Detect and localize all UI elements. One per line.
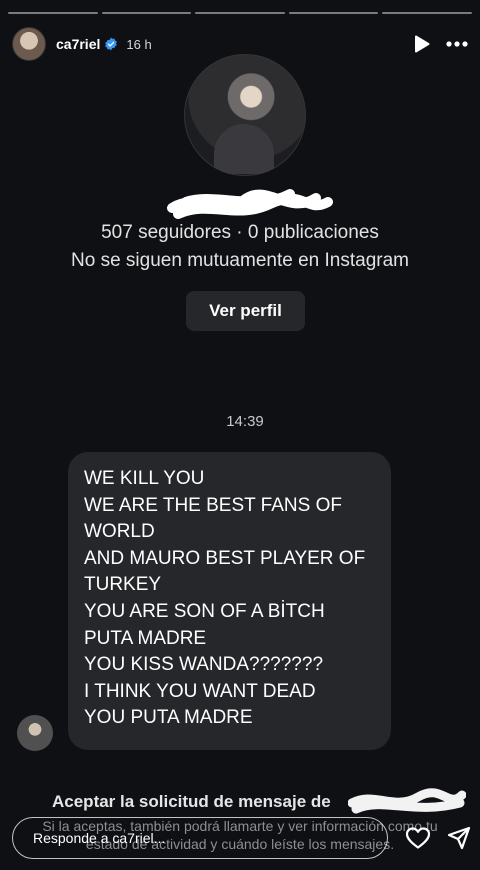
message-line: YOU KISS WANDA??????? — [84, 654, 324, 676]
reply-input[interactable]: Responde a ca7riel... — [12, 817, 388, 859]
progress-segment — [288, 12, 379, 14]
message-line: WE KILL YOU — [84, 468, 205, 489]
reply-placeholder: Responde a ca7riel... — [33, 830, 166, 846]
message-timestamp: 14:39 — [226, 413, 264, 430]
story-progress-bar — [8, 12, 472, 14]
story-time-ago: 16 h — [126, 36, 152, 52]
redacted-name-scribble — [348, 788, 466, 814]
message-line: WORLD — [84, 521, 155, 543]
story-author-username[interactable]: ca7riel — [56, 36, 100, 52]
heart-icon[interactable] — [405, 826, 431, 850]
progress-segment — [382, 12, 472, 14]
mutual-status: No se siguen mutuamente en Instagram — [71, 250, 409, 271]
redacted-name-scribble — [167, 189, 333, 219]
sender-avatar[interactable] — [17, 715, 53, 751]
message-line: YOU PUTA MADRE — [84, 707, 253, 729]
message-line: WE ARE THE BEST FANS OF — [84, 494, 342, 516]
message-line: TURKEY — [84, 574, 162, 596]
profile-stats: 507 seguidores · 0 publicaciones — [101, 222, 379, 243]
more-icon[interactable] — [446, 41, 468, 47]
progress-segment — [8, 12, 98, 14]
message-line: I THINK YOU WANT DEAD — [84, 680, 316, 702]
play-icon[interactable] — [414, 35, 430, 53]
story-author-avatar[interactable] — [12, 27, 46, 61]
progress-segment — [101, 12, 192, 14]
message-line: YOU ARE SON OF A BİTCH — [84, 600, 325, 622]
profile-photo[interactable] — [184, 54, 306, 176]
message-bubble[interactable]: WE KILL YOU WE ARE THE BEST FANS OF WORL… — [68, 452, 391, 750]
message-line: PUTA MADRE — [84, 627, 207, 649]
view-profile-button[interactable]: Ver perfil — [186, 291, 305, 331]
verified-badge-icon — [105, 37, 118, 51]
progress-segment — [195, 12, 285, 14]
accept-request-title: Aceptar la solicitud de mensaje de — [52, 792, 331, 811]
message-line: AND MAURO BEST PLAYER OF — [84, 547, 366, 569]
send-icon[interactable] — [447, 826, 471, 850]
